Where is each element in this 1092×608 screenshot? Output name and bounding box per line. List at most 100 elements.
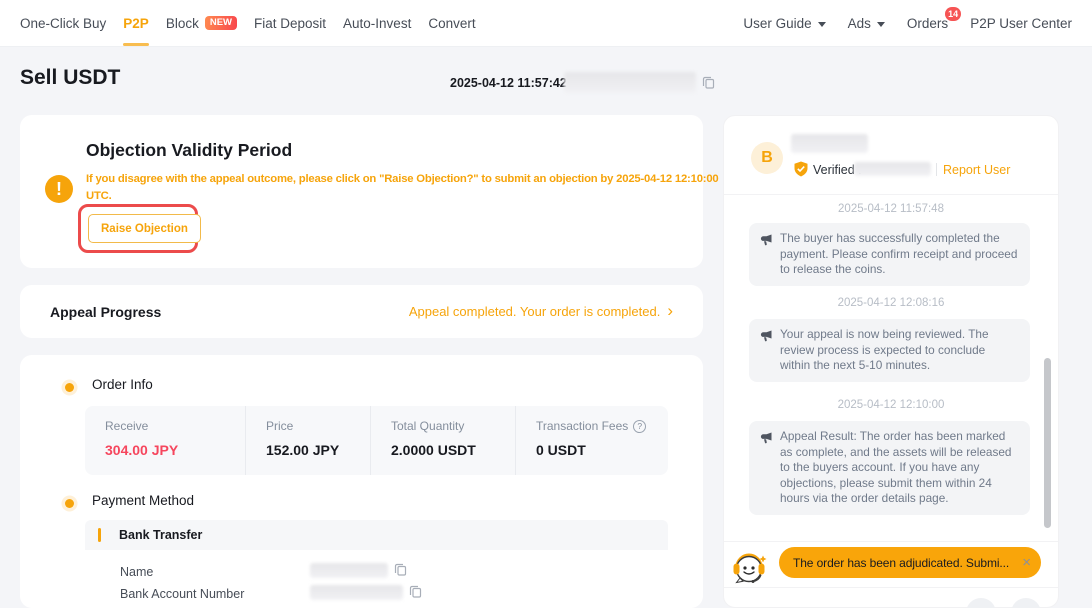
nav-convert[interactable]: Convert <box>428 0 475 46</box>
chat-timestamp: 2025-04-12 12:08:16 <box>724 297 1058 309</box>
objection-title: Objection Validity Period <box>86 140 292 161</box>
active-tab-underline <box>123 43 149 46</box>
nav-user-guide[interactable]: User Guide <box>743 0 825 46</box>
order-info-box: Receive 304.00 JPY Price 152.00 JPY Tota… <box>85 406 668 475</box>
timeline-bullet-icon <box>65 383 74 392</box>
chat-timestamp: 2025-04-12 12:10:00 <box>724 399 1058 411</box>
order-info-transaction-fees: Transaction Fees ? 0 USDT <box>515 406 668 475</box>
copy-account-number-button[interactable] <box>408 584 423 599</box>
order-info-price: Price 152.00 JPY <box>245 406 370 475</box>
warning-line-2: UTC. <box>86 188 719 205</box>
appeal-status-link[interactable]: Appeal completed. Your order is complete… <box>409 304 673 319</box>
toast-text: The order has been adjudicated. Submi... <box>793 556 1009 570</box>
objection-validity-card: ! Objection Validity Period If you disag… <box>20 115 703 268</box>
objection-warning-text: If you disagree with the appeal outcome,… <box>86 171 719 205</box>
chevron-right-icon: › <box>667 302 673 319</box>
nav-label: P2P <box>123 16 149 31</box>
message-text: The buyer has successfully completed the… <box>780 231 1017 276</box>
payment-method-name: Bank Transfer <box>119 528 202 542</box>
message-text: Your appeal is now being reviewed. The r… <box>780 327 989 372</box>
message-text: Appeal Result: The order has been marked… <box>780 429 1011 505</box>
megaphone-icon <box>759 233 773 247</box>
nav-p2p-user-center[interactable]: P2P User Center <box>970 0 1072 46</box>
nav-auto-invest[interactable]: Auto-Invest <box>343 0 411 46</box>
page-title: Sell USDT <box>20 66 120 90</box>
nav-label: Block <box>166 16 199 31</box>
orders-count-badge: 14 <box>945 7 961 21</box>
nav-label: Orders <box>907 16 948 31</box>
nav-block[interactable]: Block NEW <box>166 0 237 46</box>
nav-label: One-Click Buy <box>20 16 106 31</box>
chat-timestamp: 2025-04-12 11:57:48 <box>724 203 1058 215</box>
close-icon[interactable]: × <box>1016 554 1031 571</box>
field-value: 152.00 JPY <box>266 442 370 458</box>
appeal-progress-card: Appeal Progress Appeal completed. Your o… <box>20 285 703 338</box>
nav-one-click-buy[interactable]: One-Click Buy <box>20 0 106 46</box>
nav-ads[interactable]: Ads <box>848 0 885 46</box>
nav-right-group: User Guide Ads Orders 14 P2P User Center <box>743 0 1072 46</box>
chat-action-button[interactable] <box>1011 598 1041 608</box>
order-info-receive: Receive 304.00 JPY <box>85 406 245 475</box>
copy-icon <box>408 584 423 599</box>
bank-account-number-redacted <box>310 585 403 600</box>
megaphone-icon <box>759 431 773 445</box>
order-number-redacted <box>564 72 696 93</box>
nav-label: P2P User Center <box>970 16 1072 31</box>
nav-label: Auto-Invest <box>343 16 411 31</box>
copy-order-number-button[interactable] <box>701 75 716 90</box>
nav-orders[interactable]: Orders 14 <box>907 0 948 46</box>
order-info-section-label: Order Info <box>92 377 153 392</box>
adjudicated-toast: The order has been adjudicated. Submi...… <box>779 547 1041 578</box>
bank-transfer-header: Bank Transfer <box>85 520 668 550</box>
caret-down-icon <box>877 22 885 27</box>
payee-name-label: Name <box>120 565 153 579</box>
nav-label: Fiat Deposit <box>254 16 326 31</box>
verified-shield-icon <box>793 161 809 177</box>
counterparty-avatar[interactable]: B <box>751 142 783 174</box>
help-icon[interactable]: ? <box>633 420 646 433</box>
copy-name-button[interactable] <box>393 562 408 577</box>
top-nav: One-Click Buy P2P Block NEW Fiat Deposit… <box>0 0 1092 47</box>
system-message-bubble: Appeal Result: The order has been marked… <box>749 421 1030 515</box>
bank-account-number-label: Bank Account Number <box>120 587 244 601</box>
nav-label: User Guide <box>743 16 811 31</box>
field-value: 304.00 JPY <box>105 442 245 458</box>
vertical-divider <box>936 163 937 176</box>
field-label-with-help: Transaction Fees ? <box>536 419 668 433</box>
raise-objection-button[interactable]: Raise Objection <box>88 214 201 243</box>
field-value: 2.0000 USDT <box>391 442 515 458</box>
system-message-bubble: The buyer has successfully completed the… <box>749 223 1030 286</box>
megaphone-icon <box>759 329 773 343</box>
warning-icon: ! <box>45 175 73 203</box>
chat-scrollbar-thumb[interactable] <box>1044 358 1051 528</box>
timeline-bullet-icon <box>65 499 74 508</box>
orange-accent-bar <box>98 528 101 542</box>
order-info-total-quantity: Total Quantity 2.0000 USDT <box>370 406 515 475</box>
chat-footer-divider <box>724 541 1058 542</box>
order-timestamp: 2025-04-12 11:57:42 <box>450 76 567 90</box>
chat-header-divider <box>724 194 1058 195</box>
chat-panel: B Verified : Report User 2025-04-12 11:5… <box>723 115 1059 608</box>
field-value: 0 USDT <box>536 442 668 458</box>
nav-label: Convert <box>428 16 475 31</box>
field-label: Total Quantity <box>391 419 515 433</box>
chat-action-button[interactable] <box>966 598 996 608</box>
nav-label: Ads <box>848 16 871 31</box>
caret-down-icon <box>818 22 826 27</box>
order-details-card: Order Info Receive 304.00 JPY Price 152.… <box>20 355 703 608</box>
appeal-progress-label: Appeal Progress <box>50 304 161 320</box>
field-label: Transaction Fees <box>536 419 628 433</box>
copy-icon <box>393 562 408 577</box>
field-label: Receive <box>105 419 245 433</box>
warning-line-1: If you disagree with the appeal outcome,… <box>86 171 719 188</box>
support-mascot-icon[interactable] <box>729 548 769 588</box>
counterparty-name-redacted <box>791 134 868 153</box>
nav-left-group: One-Click Buy P2P Block NEW Fiat Deposit… <box>20 0 476 46</box>
payee-name-redacted <box>310 563 388 578</box>
nav-p2p[interactable]: P2P <box>123 0 149 46</box>
field-label: Price <box>266 419 370 433</box>
verified-info-redacted <box>854 162 931 176</box>
chat-bottom-divider <box>724 587 1058 588</box>
report-user-link[interactable]: Report User <box>943 163 1010 177</box>
nav-fiat-deposit[interactable]: Fiat Deposit <box>254 0 326 46</box>
